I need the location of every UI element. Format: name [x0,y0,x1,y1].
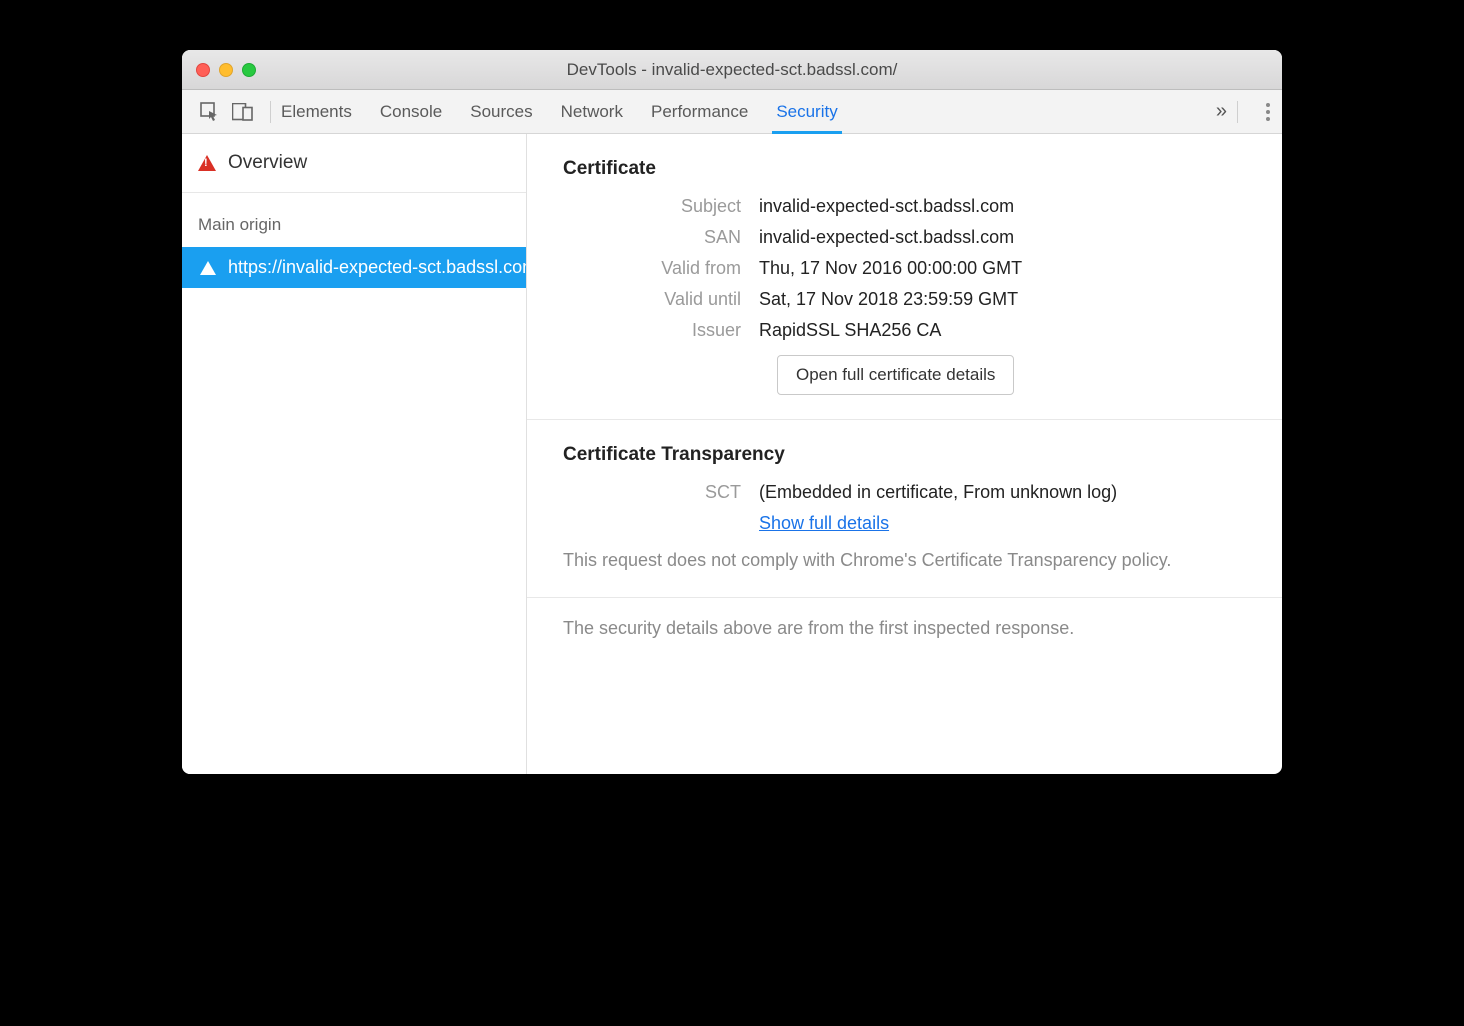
label-valid-from: Valid from [563,258,759,279]
overview-label: Overview [228,152,307,174]
titlebar: DevTools - invalid-expected-sct.badssl.c… [182,50,1282,90]
row-subject: Subject invalid-expected-sct.badssl.com [563,196,1246,217]
devtools-toolbar: Elements Console Sources Network Perform… [182,90,1282,134]
tab-elements[interactable]: Elements [281,90,352,133]
toolbar-separator [1237,101,1238,123]
row-issuer: Issuer RapidSSL SHA256 CA [563,320,1246,341]
zoom-window-button[interactable] [242,63,256,77]
origin-url: https://invalid-expected-sct.badssl.com [228,257,526,278]
row-sct: SCT (Embedded in certificate, From unkno… [563,482,1246,503]
tab-sources[interactable]: Sources [470,90,532,133]
certificate-section: Certificate Subject invalid-expected-sct… [527,134,1282,420]
toolbar-separator [270,101,271,123]
label-subject: Subject [563,196,759,217]
tabs: Elements Console Sources Network Perform… [281,90,1196,133]
inspect-element-icon[interactable] [194,98,226,126]
row-san: SAN invalid-expected-sct.badssl.com [563,227,1246,248]
ct-heading: Certificate Transparency [563,444,1246,466]
value-valid-from: Thu, 17 Nov 2016 00:00:00 GMT [759,258,1022,279]
certificate-heading: Certificate [563,158,1246,180]
ct-policy-note: This request does not comply with Chrome… [563,548,1246,573]
tab-console[interactable]: Console [380,90,442,133]
settings-menu-icon[interactable] [1266,103,1270,121]
tab-network[interactable]: Network [561,90,623,133]
row-sct-link: Show full details [563,513,1246,534]
main-panel: Certificate Subject invalid-expected-sct… [527,134,1282,774]
footer-note: The security details above are from the … [527,598,1282,659]
value-subject: invalid-expected-sct.badssl.com [759,196,1014,217]
body: Overview Main origin https://invalid-exp… [182,134,1282,774]
certificate-button-row: Open full certificate details [563,355,1246,395]
row-valid-until: Valid until Sat, 17 Nov 2018 23:59:59 GM… [563,289,1246,310]
sidebar: Overview Main origin https://invalid-exp… [182,134,527,774]
origin-warning-icon [200,261,216,275]
label-sct: SCT [563,482,759,503]
ct-section: Certificate Transparency SCT (Embedded i… [527,420,1282,598]
row-valid-from: Valid from Thu, 17 Nov 2016 00:00:00 GMT [563,258,1246,279]
value-san: invalid-expected-sct.badssl.com [759,227,1014,248]
sidebar-section-main-origin: Main origin [182,193,526,247]
warning-icon [198,155,216,171]
open-full-certificate-button[interactable]: Open full certificate details [777,355,1014,395]
label-san: SAN [563,227,759,248]
traffic-lights [196,63,256,77]
more-tabs-icon[interactable]: » [1216,100,1227,123]
minimize-window-button[interactable] [219,63,233,77]
value-issuer: RapidSSL SHA256 CA [759,320,941,341]
sidebar-item-origin[interactable]: https://invalid-expected-sct.badssl.com [182,247,526,288]
window-title: DevTools - invalid-expected-sct.badssl.c… [182,60,1282,80]
devtools-window: DevTools - invalid-expected-sct.badssl.c… [182,50,1282,774]
value-valid-until: Sat, 17 Nov 2018 23:59:59 GMT [759,289,1018,310]
close-window-button[interactable] [196,63,210,77]
value-sct: (Embedded in certificate, From unknown l… [759,482,1117,503]
show-full-details-link[interactable]: Show full details [759,513,889,533]
tab-performance[interactable]: Performance [651,90,748,133]
device-toolbar-icon[interactable] [226,99,260,125]
tab-security[interactable]: Security [776,90,837,133]
sidebar-item-overview[interactable]: Overview [182,134,526,193]
label-issuer: Issuer [563,320,759,341]
label-valid-until: Valid until [563,289,759,310]
